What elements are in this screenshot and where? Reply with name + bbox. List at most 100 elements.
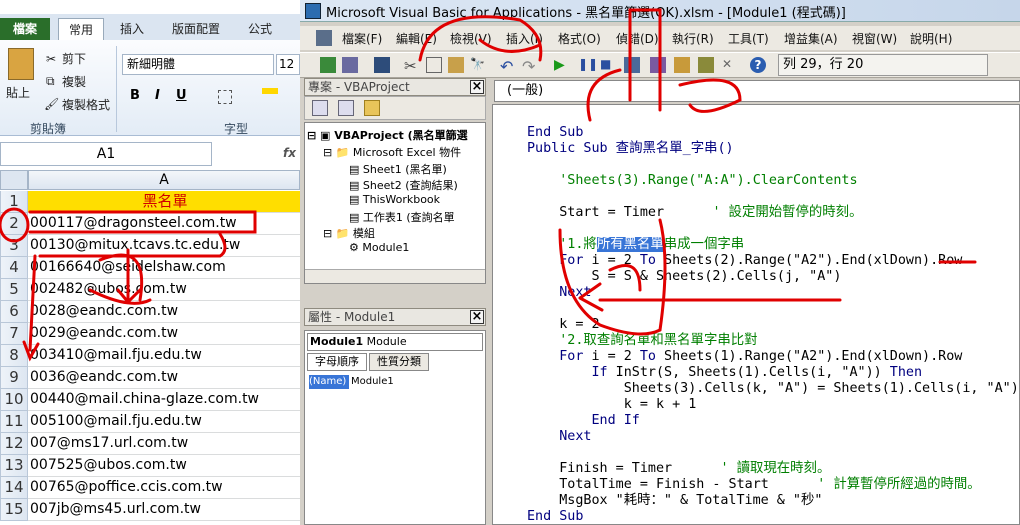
sheet-cell[interactable]: 003410@mail.fju.edu.tw	[28, 345, 300, 367]
tree-modules[interactable]: ⊟ 📁 模組	[323, 225, 375, 241]
copy-button[interactable]: 複製	[62, 73, 86, 90]
sheet-cell[interactable]: 00130@mitux.tcavs.tc.edu.tw	[28, 235, 300, 257]
row-header[interactable]: 14	[0, 477, 28, 499]
object-combo[interactable]: (一般)	[494, 80, 1020, 102]
row-header[interactable]: 11	[0, 411, 28, 433]
sheet-cell[interactable]: 0028@eandc.com.tw	[28, 301, 300, 323]
paste-label[interactable]: 貼上	[6, 84, 30, 101]
row-header[interactable]: 12	[0, 433, 28, 455]
sheet-cell[interactable]: 0029@eandc.com.tw	[28, 323, 300, 345]
row-header[interactable]: 7	[0, 323, 28, 345]
code-line[interactable]: For i = 2 To Sheets(2).Range("A2").End(x…	[527, 253, 962, 269]
tree-thisworkbook[interactable]: ▤ ThisWorkbook	[349, 193, 440, 206]
object-select[interactable]: Module1 Module	[307, 333, 483, 351]
menu-item[interactable]: 說明(H)	[910, 30, 952, 47]
underline-button[interactable]: U	[176, 88, 187, 103]
tab-insert[interactable]: 插入	[120, 18, 144, 40]
tree-worksheet1[interactable]: ▤ 工作表1 (查詢名單	[349, 209, 455, 225]
sheet-cell[interactable]: 00166640@seidelshaw.com	[28, 257, 300, 279]
paste-icon-vbe[interactable]	[448, 57, 464, 73]
code-window[interactable]: End Sub Public Sub 查詢黑名單_字串() 'Sheets(3).…	[492, 104, 1020, 525]
code-line[interactable]: Finish = Timer ' 讀取現在時刻。	[527, 461, 830, 477]
tree-sheet2[interactable]: ▤ Sheet2 (查詢結果)	[349, 177, 458, 193]
code-line[interactable]: For i = 2 To Sheets(1).Range("A2").End(x…	[527, 349, 962, 365]
tree-scrollbar[interactable]	[305, 269, 485, 283]
code-line[interactable]: Next	[527, 285, 591, 301]
tab-alphabetic[interactable]: 字母順序	[307, 353, 367, 371]
tree-module1[interactable]: ⚙ Module1	[349, 241, 409, 254]
italic-button[interactable]: I	[155, 88, 160, 103]
copy-icon-vbe[interactable]	[426, 57, 442, 73]
row-header[interactable]: 2	[0, 213, 28, 235]
tree-root[interactable]: ⊟ ▣ VBAProject (黑名單篩選	[307, 127, 468, 143]
code-line[interactable]: Sheets(3).Cells(k, "A") = Sheets(1).Cell…	[527, 381, 1019, 397]
row-header[interactable]: 5	[0, 279, 28, 301]
tree-excel-objects[interactable]: ⊟ 📁 Microsoft Excel 物件	[323, 144, 461, 160]
close-icon[interactable]: ×	[470, 80, 484, 94]
fx-icon[interactable]: fx	[283, 146, 296, 160]
font-size-select[interactable]: 12	[276, 54, 300, 75]
code-line[interactable]: S = S & Sheets(2).Cells(j, "A")	[527, 269, 841, 285]
file-tab[interactable]: 檔案	[0, 18, 50, 40]
sheet-cell[interactable]: 0036@eandc.com.tw	[28, 367, 300, 389]
code-line[interactable]: End Sub	[527, 509, 583, 524]
sheet-cell[interactable]: 007@ms17.url.com.tw	[28, 433, 300, 455]
menu-item[interactable]: 執行(R)	[672, 30, 714, 47]
sheet-cell[interactable]: 007jb@ms45.url.com.tw	[28, 499, 300, 521]
help-icon[interactable]: ?	[750, 57, 766, 73]
code-line[interactable]: Start = Timer ' 設定開始暫停的時刻。	[527, 205, 862, 221]
excel-view-icon[interactable]	[316, 30, 332, 46]
code-line[interactable]: Next	[527, 429, 591, 445]
sheet-cell[interactable]: 007525@ubos.com.tw	[28, 455, 300, 477]
menu-item[interactable]: 編輯(E)	[396, 30, 437, 47]
code-line[interactable]: If InStr(S, Sheets(1).Cells(i, "A")) The…	[527, 365, 923, 381]
code-line[interactable]: End If	[527, 413, 639, 429]
row-header[interactable]: 3	[0, 235, 28, 257]
save-icon[interactable]	[374, 57, 390, 73]
code-line[interactable]: End Sub	[527, 125, 583, 141]
code-line[interactable]: k = k + 1	[527, 397, 697, 413]
tab-home[interactable]: 常用	[58, 18, 105, 40]
menu-item[interactable]: 格式(O)	[558, 30, 601, 47]
fill-color-icon[interactable]	[262, 88, 278, 94]
break-icon[interactable]: ❚❚	[578, 57, 598, 73]
name-box[interactable]: A1	[0, 142, 212, 166]
paste-icon[interactable]	[8, 48, 34, 80]
project-explorer-icon[interactable]	[650, 57, 666, 73]
close-icon[interactable]: ×	[470, 310, 484, 324]
font-name-select[interactable]: 新細明體	[122, 54, 274, 75]
select-all-corner[interactable]	[0, 170, 28, 190]
menu-item[interactable]: 檢視(V)	[450, 30, 492, 47]
row-header[interactable]: 8	[0, 345, 28, 367]
view-code-icon[interactable]	[312, 100, 328, 116]
view-excel-icon[interactable]	[320, 57, 336, 73]
undo-icon[interactable]: ↶	[500, 57, 516, 76]
row-header[interactable]: 1	[0, 191, 28, 213]
run-icon[interactable]: ▶	[554, 57, 570, 73]
cut-icon[interactable]: ✂	[404, 57, 420, 75]
row-header[interactable]: 10	[0, 389, 28, 411]
code-line[interactable]: '2.取查詢名單和黑名單字串比對	[527, 333, 757, 349]
menu-item[interactable]: 工具(T)	[728, 30, 769, 47]
design-mode-icon[interactable]	[624, 57, 640, 73]
redo-icon[interactable]: ↷	[522, 57, 538, 76]
code-line[interactable]: '1.將所有黑名單串成一個字串	[527, 237, 744, 253]
reset-icon[interactable]: ■	[600, 57, 616, 73]
toggle-folders-icon[interactable]	[364, 100, 380, 116]
sheet-cell[interactable]: 00440@mail.china-glaze.com.tw	[28, 389, 300, 411]
row-header[interactable]: 13	[0, 455, 28, 477]
prop-name-key[interactable]: (Name)	[309, 375, 349, 389]
find-icon[interactable]: 🔭	[470, 57, 486, 73]
menu-item[interactable]: 插入(I)	[506, 30, 543, 47]
cut-button[interactable]: 剪下	[62, 50, 86, 67]
header-cell[interactable]: 黑名單	[28, 191, 300, 213]
object-browser-icon[interactable]	[698, 57, 714, 73]
code-line[interactable]: k = 2	[527, 317, 599, 333]
row-header[interactable]: 6	[0, 301, 28, 323]
row-header[interactable]: 9	[0, 367, 28, 389]
code-line[interactable]: MsgBox "耗時：" & TotalTime & "秒"	[527, 493, 822, 509]
sheet-cell[interactable]: 00765@poffice.ccis.com.tw	[28, 477, 300, 499]
properties-icon[interactable]	[674, 57, 690, 73]
view-object-icon[interactable]	[338, 100, 354, 116]
insert-userform-icon[interactable]	[342, 57, 358, 73]
